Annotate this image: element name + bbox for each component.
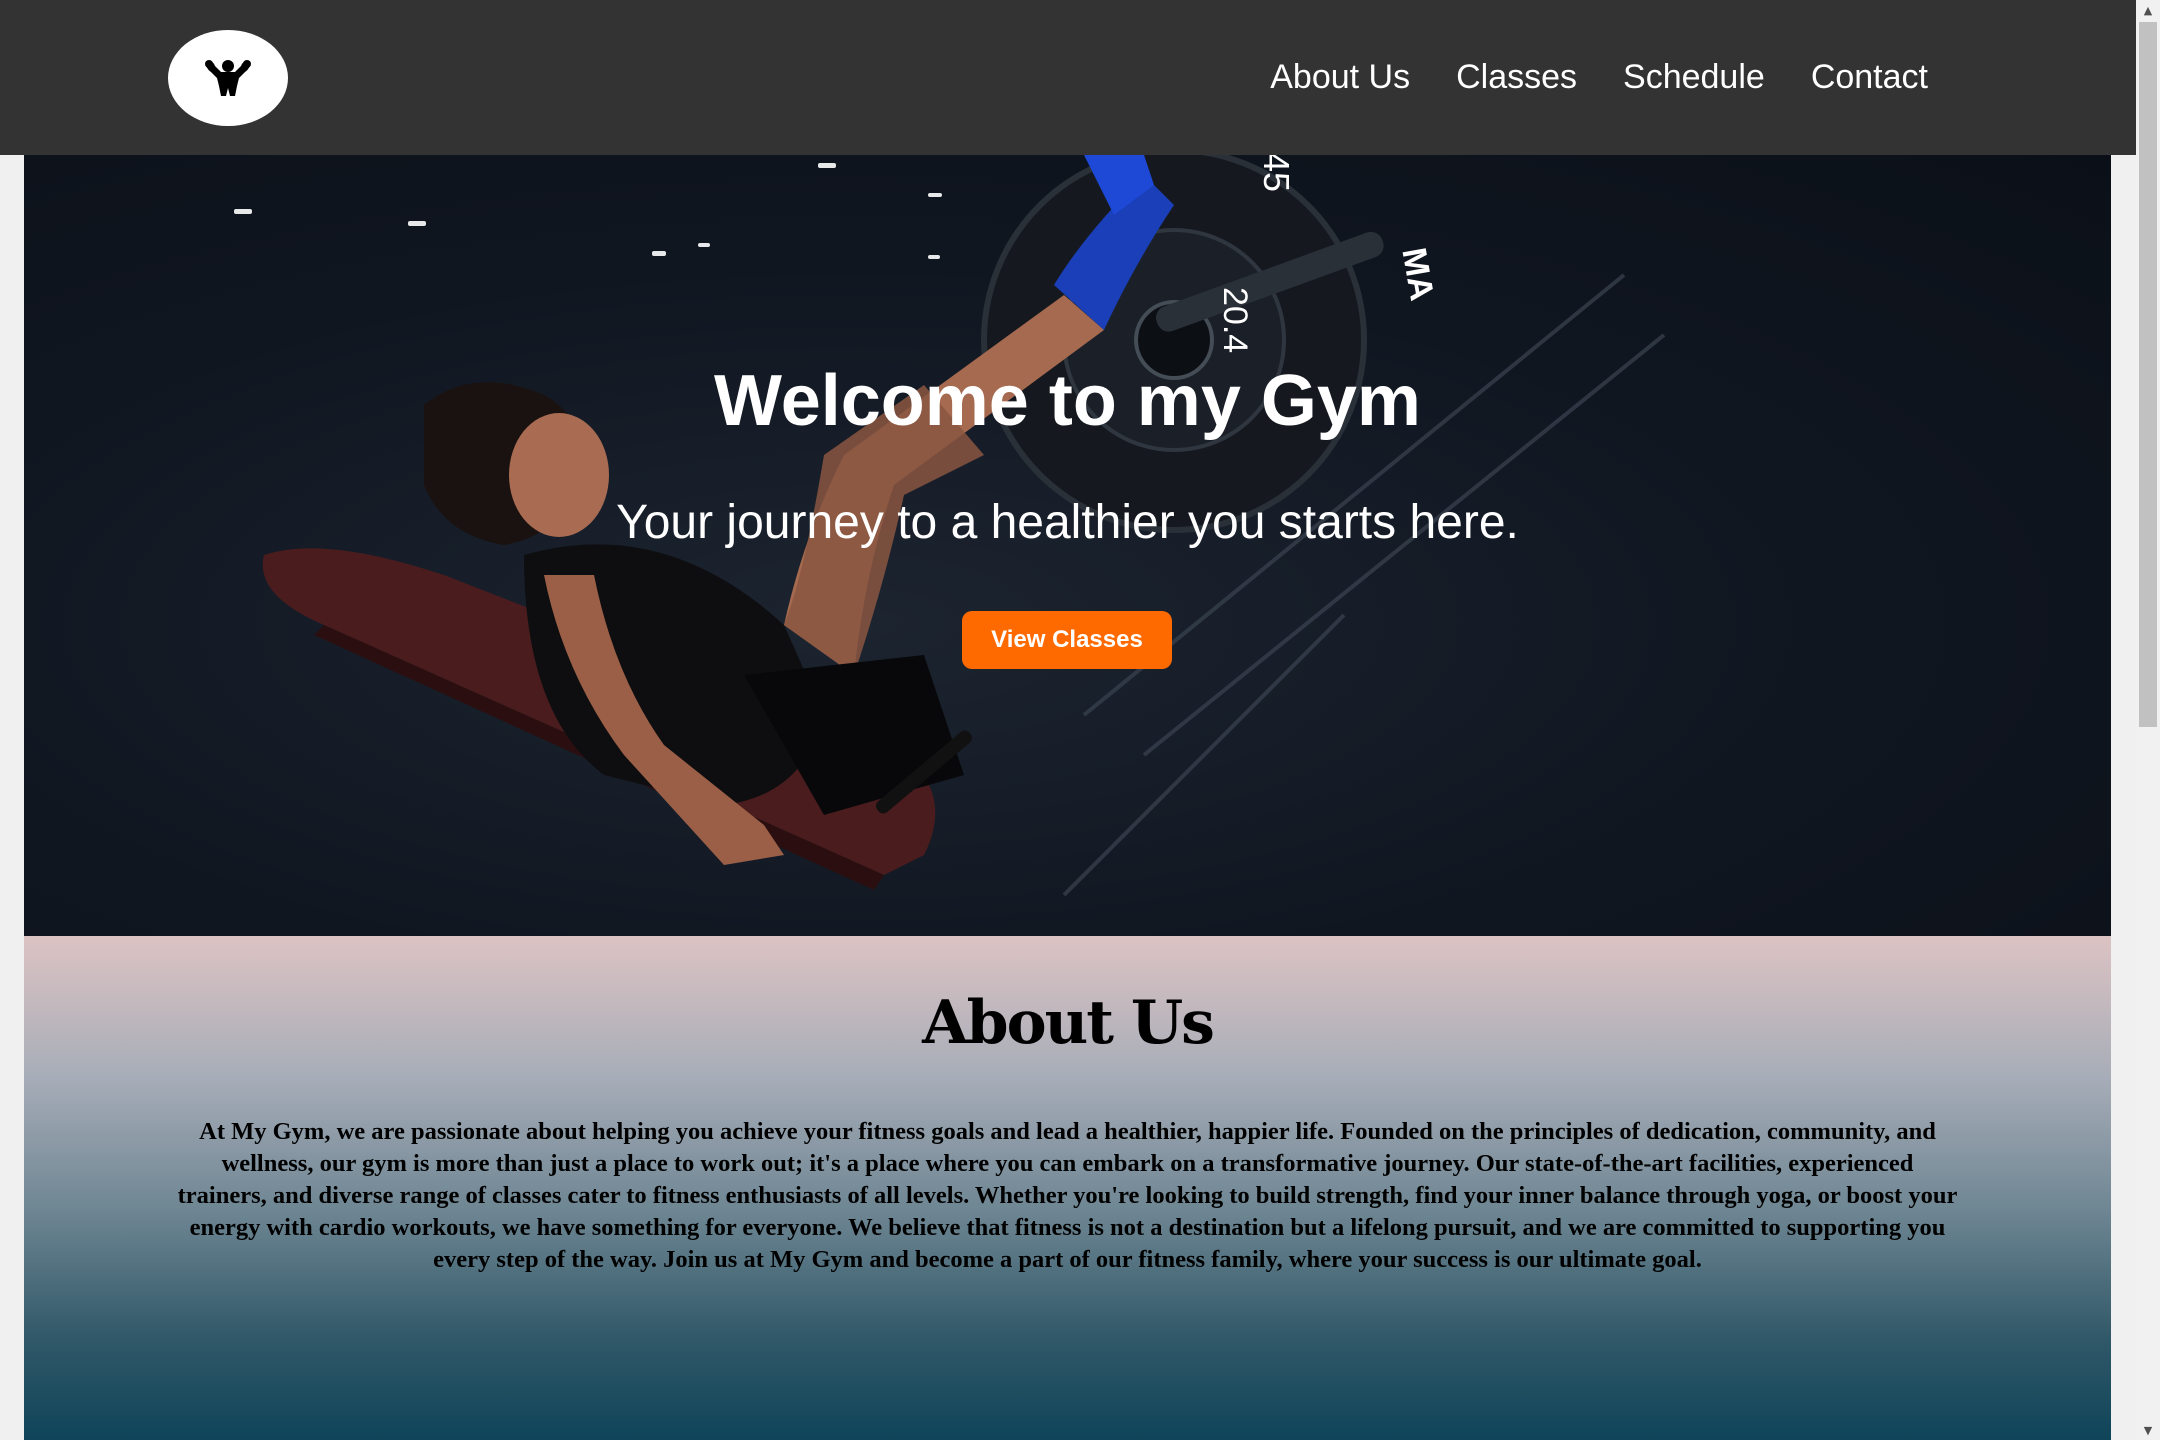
nav-schedule[interactable]: Schedule <box>1623 58 1765 97</box>
site-header: About Us Classes Schedule Contact <box>0 0 2136 155</box>
scrollbar-thumb[interactable] <box>2139 22 2157 727</box>
scroll-down-arrow-icon[interactable]: ▼ <box>2136 1420 2160 1440</box>
view-classes-button[interactable]: View Classes <box>962 611 1172 669</box>
plate-label-20-4: 20.4 <box>1216 287 1254 353</box>
plate-label-brand: MA <box>1394 245 1441 304</box>
vertical-scrollbar[interactable]: ▲ ▼ <box>2136 0 2160 1440</box>
nav-classes[interactable]: Classes <box>1456 58 1577 97</box>
page: About Us Classes Schedule Contact 45 20.… <box>0 0 2160 1440</box>
hero-subtitle: Your journey to a healthier you starts h… <box>616 496 1519 549</box>
nav-contact[interactable]: Contact <box>1811 58 1928 97</box>
logo[interactable] <box>168 30 288 126</box>
hero-title: Welcome to my Gym <box>714 361 1421 441</box>
about-section: About Us At My Gym, we are passionate ab… <box>24 936 2111 1440</box>
about-heading: About Us <box>922 988 1215 1058</box>
scroll-up-arrow-icon[interactable]: ▲ <box>2136 0 2160 20</box>
flexing-muscle-icon <box>205 60 251 96</box>
nav-about-us[interactable]: About Us <box>1270 58 1410 97</box>
about-body: At My Gym, we are passionate about helpi… <box>177 1118 1958 1273</box>
main-nav: About Us Classes Schedule Contact <box>1270 0 1928 155</box>
plate-label-45: 45 <box>1256 155 1297 192</box>
hero-section: 45 20.4 MA Welcome to my Gym Your journe… <box>24 155 2111 936</box>
